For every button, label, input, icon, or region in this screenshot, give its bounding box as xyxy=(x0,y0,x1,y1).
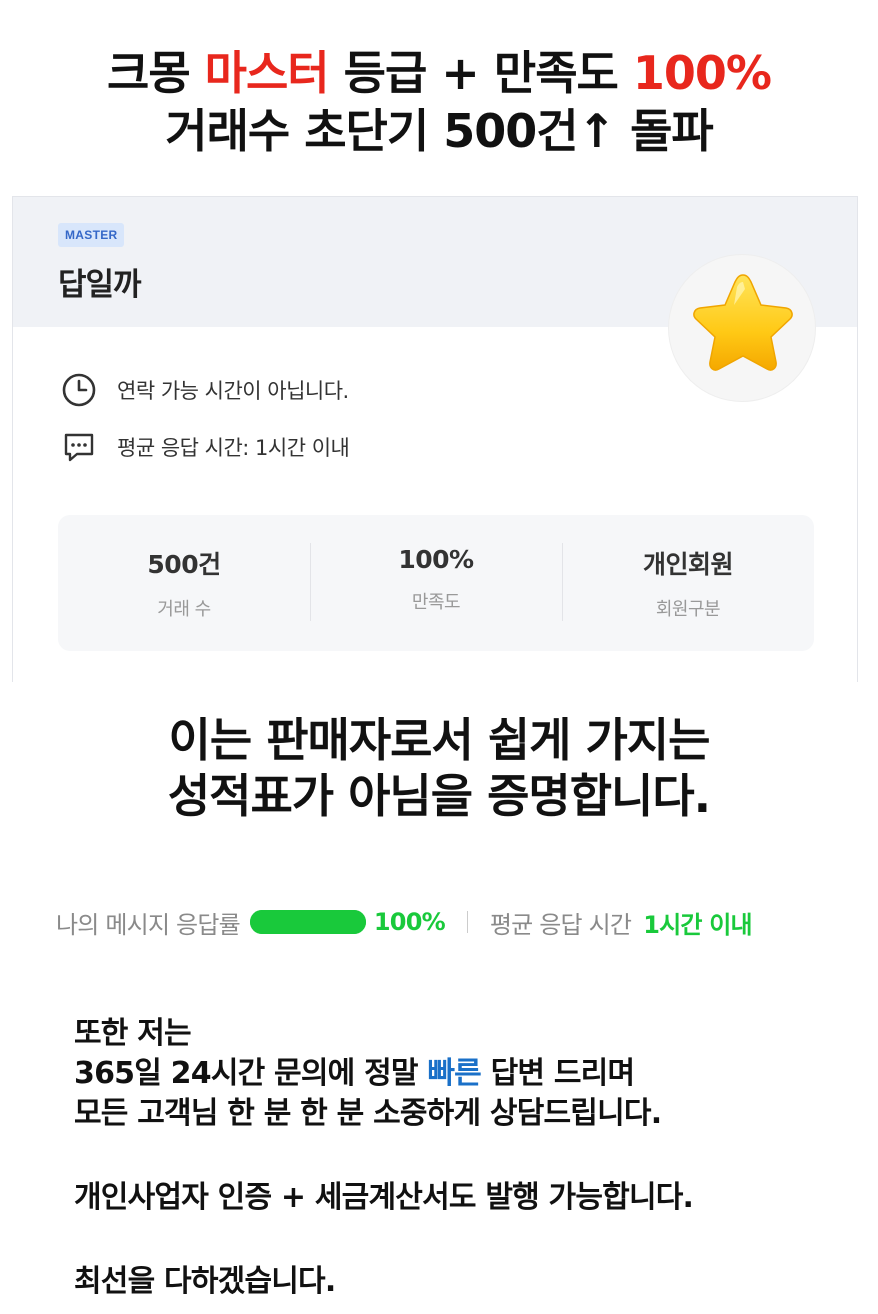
seller-name[interactable]: 답일까 xyxy=(58,259,142,304)
description: 또한 저는 365일 24시간 문의에 정말 빠른 답변 드리며 모든 고객님 … xyxy=(74,1014,854,1302)
clock-icon xyxy=(62,373,96,407)
middle-line-1: 이는 판매자로서 쉽게 가지는 xyxy=(168,713,711,767)
response-time-value: 1시간 이내 xyxy=(643,910,752,939)
description-text: 답변 드리며 xyxy=(480,1056,635,1091)
contact-status-row: 연락 가능 시간이 아닙니다. xyxy=(61,370,349,410)
headline-line-2: 거래수 초단기 500건↑ 돌파 xyxy=(165,104,714,158)
master-badge: MASTER xyxy=(58,223,125,247)
response-rate-bar xyxy=(249,910,366,934)
divider xyxy=(466,911,468,933)
description-line: 개인사업자 인증 + 세금계산서도 발행 가능합니다. xyxy=(74,1180,694,1215)
fast-highlight: 빠른 xyxy=(427,1056,481,1091)
stat-label: 만족도 xyxy=(411,592,461,613)
stat-transactions: 500건 거래 수 xyxy=(58,515,310,651)
avg-response-row: 평균 응답 시간: 1시간 이내 xyxy=(61,427,350,467)
description-line: 365일 24시간 문의에 정말 빠른 답변 드리며 xyxy=(74,1054,854,1094)
avatar[interactable] xyxy=(668,254,816,402)
stat-label: 거래 수 xyxy=(157,599,211,620)
description-line: 최선을 다하겠습니다. xyxy=(74,1264,336,1299)
headline-text: 등급 + 만족도 xyxy=(328,46,633,100)
description-line: 모든 고객님 한 분 한 분 소중하게 상담드립니다. xyxy=(74,1096,662,1131)
response-rate-bar-fill xyxy=(249,910,366,934)
description-text: 365일 24시간 문의에 정말 xyxy=(74,1056,428,1091)
description-line: 또한 저는 xyxy=(74,1016,192,1051)
stats-panel: 500건 거래 수 100% 만족도 개인회원 회원구분 xyxy=(58,515,814,651)
headline-satisfaction-highlight: 100% xyxy=(632,46,772,100)
stat-value: 500건 xyxy=(147,550,221,579)
stat-satisfaction: 100% 만족도 xyxy=(310,515,562,651)
stat-member-type: 개인회원 회원구분 xyxy=(562,515,814,651)
stat-value: 100% xyxy=(398,545,474,574)
avg-response-text: 평균 응답 시간: 1시간 이내 xyxy=(117,436,350,460)
response-rate-label: 나의 메시지 응답률 xyxy=(56,910,241,939)
headline-line-1: 크몽 마스터 등급 + 만족도 100% xyxy=(0,44,878,102)
response-rate-row: 나의 메시지 응답률 100% 평균 응답 시간 1시간 이내 xyxy=(56,900,753,944)
headline-master-highlight: 마스터 xyxy=(204,46,330,100)
stat-label: 회원구분 xyxy=(655,599,721,620)
star-icon xyxy=(693,274,793,371)
headline: 크몽 마스터 등급 + 만족도 100% 거래수 초단기 500건↑ 돌파 xyxy=(0,44,878,160)
stat-value: 개인회원 xyxy=(642,550,734,579)
chat-bubble-icon xyxy=(64,433,94,462)
contact-status-text: 연락 가능 시간이 아닙니다. xyxy=(117,379,349,403)
response-rate-value: 100% xyxy=(373,908,446,936)
middle-line-2: 성적표가 아님을 증명합니다. xyxy=(167,769,711,823)
headline-text: 크몽 xyxy=(107,46,205,100)
response-time-label: 평균 응답 시간 xyxy=(489,910,632,939)
middle-statement: 이는 판매자로서 쉽게 가지는 성적표가 아님을 증명합니다. xyxy=(0,712,878,824)
seller-profile-card: MASTER 답일까 연락 가능 시간이 아닙니다. 평균 응답 시간: 1시간… xyxy=(12,196,858,682)
